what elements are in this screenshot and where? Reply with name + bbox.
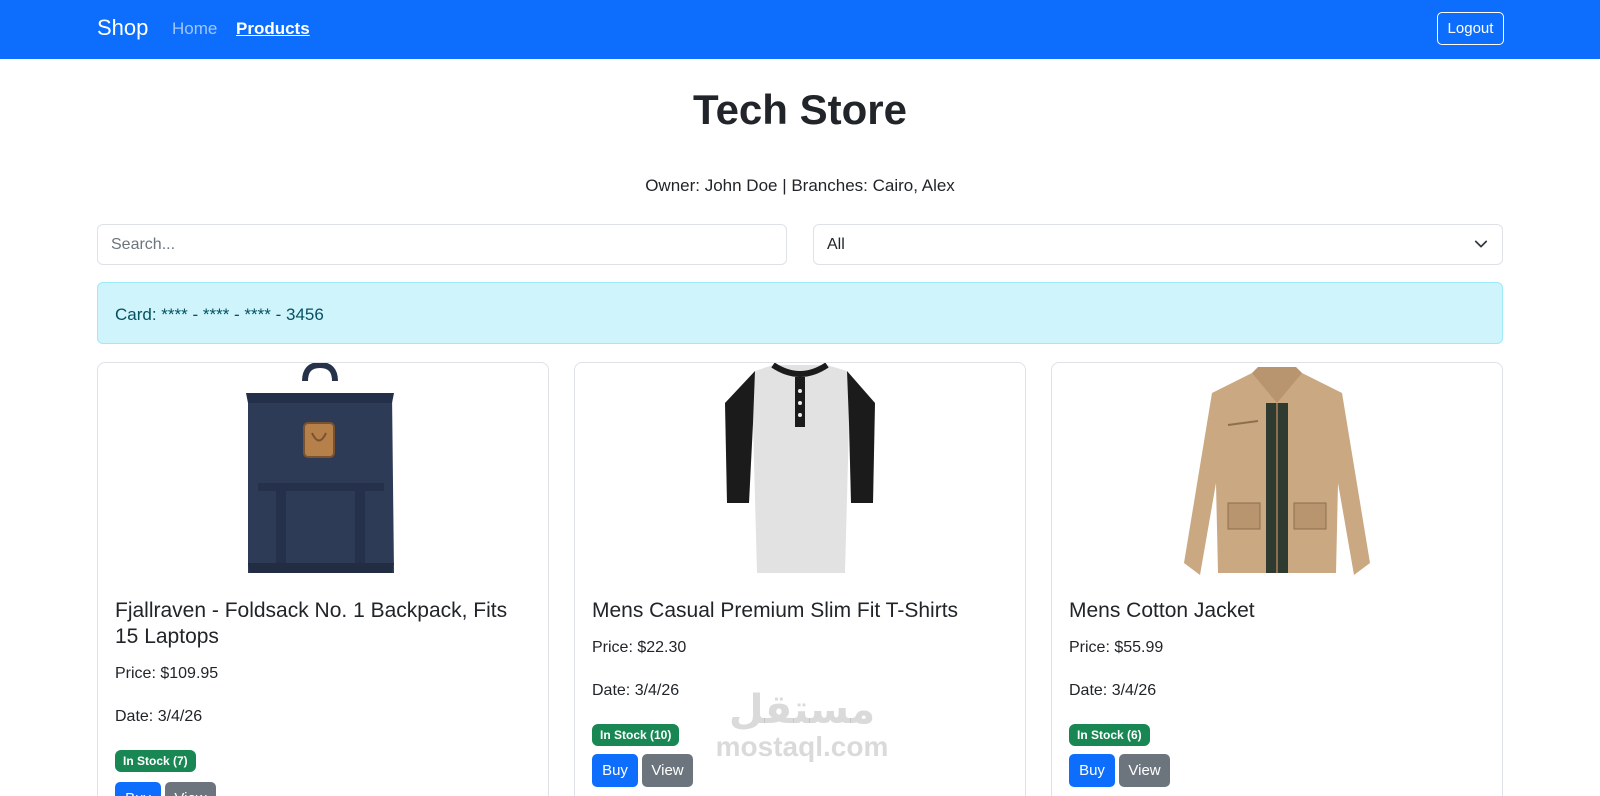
brand-logo[interactable]: Shop bbox=[97, 15, 148, 41]
product-card: Mens Cotton Jacket Price: $55.99 Date: 3… bbox=[1051, 362, 1503, 796]
product-date: Date: 3/4/26 bbox=[115, 708, 203, 725]
product-date: Date: 3/4/26 bbox=[592, 682, 680, 699]
backpack-image bbox=[246, 363, 394, 573]
chevron-down-icon bbox=[1474, 240, 1488, 248]
card-number-text: Card: **** - **** - **** - 3456 bbox=[115, 305, 324, 324]
product-title: Fjallraven - Foldsack No. 1 Backpack, Fi… bbox=[115, 599, 508, 648]
store-info: Owner: John Doe | Branches: Cairo, Alex bbox=[645, 176, 955, 195]
nav-link-home[interactable]: Home bbox=[172, 19, 217, 39]
buy-button[interactable]: Buy bbox=[115, 782, 161, 796]
product-title: Mens Casual Premium Slim Fit T-Shirts bbox=[592, 599, 959, 622]
card-info-alert: Card: **** - **** - **** - 3456 bbox=[97, 282, 1503, 344]
view-button[interactable]: View bbox=[165, 782, 216, 796]
buy-button[interactable]: Buy bbox=[1069, 754, 1115, 787]
product-price: Price: $22.30 bbox=[592, 639, 687, 656]
stock-badge: In Stock (6) bbox=[1069, 724, 1150, 746]
product-date: Date: 3/4/26 bbox=[1069, 682, 1157, 699]
stock-badge: In Stock (10) bbox=[592, 724, 680, 746]
search-input[interactable] bbox=[97, 224, 787, 265]
nav-link-products[interactable]: Products bbox=[236, 19, 310, 39]
tshirt-image bbox=[725, 363, 875, 573]
product-price: Price: $109.95 bbox=[115, 665, 219, 682]
product-title: Mens Cotton Jacket bbox=[1069, 599, 1255, 622]
page-title: Tech Store bbox=[693, 86, 907, 133]
category-select-value: All bbox=[827, 236, 845, 253]
product-card: Fjallraven - Foldsack No. 1 Backpack, Fi… bbox=[97, 362, 549, 796]
product-price: Price: $55.99 bbox=[1069, 639, 1164, 656]
jacket-image bbox=[1184, 367, 1370, 575]
category-select[interactable]: All bbox=[813, 224, 1503, 265]
view-button[interactable]: View bbox=[642, 754, 693, 787]
view-button[interactable]: View bbox=[1119, 754, 1170, 787]
buy-button[interactable]: Buy bbox=[592, 754, 638, 787]
product-card: Mens Casual Premium Slim Fit T-Shirts Pr… bbox=[574, 362, 1026, 796]
stock-badge: In Stock (7) bbox=[115, 750, 196, 772]
logout-button[interactable]: Logout bbox=[1437, 12, 1504, 45]
top-navbar: Shop Home Products Logout bbox=[0, 0, 1600, 59]
